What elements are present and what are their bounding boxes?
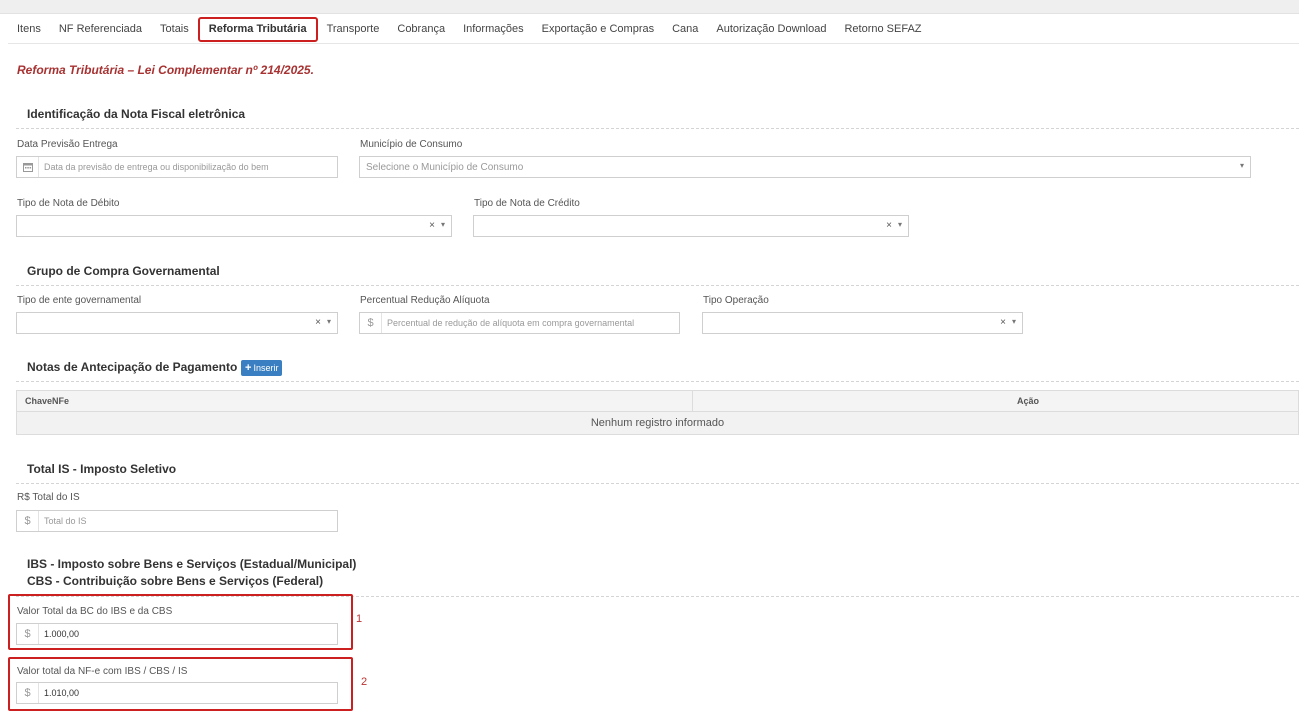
tab-cobranca[interactable]: Cobrança <box>388 17 454 42</box>
total-is-field: $ <box>16 510 338 532</box>
column-divider <box>692 391 693 412</box>
section-title-compra-gov: Grupo de Compra Governamental <box>27 264 220 278</box>
chevron-down-icon: ▾ <box>326 317 331 326</box>
section-title-total-is: Total IS - Imposto Seletivo <box>27 462 177 476</box>
section-divider <box>16 128 1299 129</box>
tipo-debito-select[interactable]: × ▾ <box>16 215 452 237</box>
tab-bar: Itens NF Referenciada Totais Reforma Tri… <box>8 17 931 42</box>
section-divider <box>16 483 1299 484</box>
section-title-identificacao: Identificação da Nota Fiscal eletrônica <box>27 107 246 121</box>
ente-select[interactable]: × ▾ <box>16 312 338 334</box>
tab-nf-referenciada[interactable]: NF Referenciada <box>50 17 151 42</box>
total-is-label: R$ Total do IS <box>17 492 80 503</box>
municipio-select[interactable]: Selecione o Município de Consumo ▾ <box>359 156 1251 178</box>
nfe-total-input[interactable] <box>39 683 337 703</box>
percentual-label: Percentual Redução Alíquota <box>360 295 490 306</box>
tab-autorizacao-download[interactable]: Autorização Download <box>707 17 835 42</box>
chevron-down-icon: ▾ <box>440 220 445 229</box>
tipo-credito-select[interactable]: × ▾ <box>473 215 909 237</box>
tipo-credito-label: Tipo de Nota de Crédito <box>474 198 580 209</box>
bc-ibs-cbs-label: Valor Total da BC do IBS e da CBS <box>17 606 173 617</box>
nfe-total-field: $ <box>16 682 338 704</box>
nfe-total-label: Valor total da NF-e com IBS / CBS / IS <box>17 666 188 677</box>
section-title-cbs: CBS - Contribuição sobre Bens e Serviços… <box>27 574 324 588</box>
clear-icon[interactable]: × <box>886 220 892 231</box>
dollar-icon: $ <box>17 511 39 531</box>
data-previsao-input[interactable] <box>39 157 337 177</box>
plus-icon: + <box>245 362 252 374</box>
clear-icon[interactable]: × <box>1000 317 1006 328</box>
insert-button-label: Inserir <box>253 363 279 373</box>
dollar-icon: $ <box>17 683 39 703</box>
marker-1: 1 <box>356 613 363 625</box>
municipio-label: Município de Consumo <box>360 139 463 150</box>
total-is-input[interactable] <box>39 511 337 531</box>
dollar-icon: $ <box>17 624 39 644</box>
tab-totais[interactable]: Totais <box>151 17 198 42</box>
calendar-icon[interactable] <box>17 157 39 177</box>
chevron-down-icon: ▾ <box>1011 317 1016 326</box>
bc-ibs-cbs-input[interactable] <box>39 624 337 644</box>
tab-informacoes[interactable]: Informações <box>454 17 533 42</box>
tab-reforma-tributaria[interactable]: Reforma Tributária <box>197 17 318 42</box>
page-subtitle: Reforma Tributária – Lei Complementar nº… <box>17 63 314 77</box>
table-empty-row: Nenhum registro informado <box>17 412 1298 434</box>
tipo-operacao-select[interactable]: × ▾ <box>702 312 1023 334</box>
bc-ibs-cbs-field: $ <box>16 623 338 645</box>
clear-icon[interactable]: × <box>429 220 435 231</box>
table-header: ChaveNFe Ação <box>17 391 1298 412</box>
chevron-down-icon: ▾ <box>1239 161 1244 170</box>
tab-transporte[interactable]: Transporte <box>318 17 389 42</box>
percentual-field: $ <box>359 312 680 334</box>
marker-2: 2 <box>361 676 368 688</box>
section-title-ibs: IBS - Imposto sobre Bens e Serviços (Est… <box>27 557 357 571</box>
insert-button[interactable]: + Inserir <box>241 360 283 376</box>
tabs-divider <box>8 43 1299 44</box>
tipo-debito-label: Tipo de Nota de Débito <box>17 198 120 209</box>
tab-retorno-sefaz[interactable]: Retorno SEFAZ <box>835 17 930 42</box>
tab-itens[interactable]: Itens <box>8 17 50 42</box>
column-header-acao[interactable]: Ação <box>1017 396 1039 406</box>
data-previsao-field <box>16 156 338 178</box>
percentual-input[interactable] <box>382 313 679 333</box>
top-bar <box>0 0 1299 14</box>
tab-exportacao-compras[interactable]: Exportação e Compras <box>533 17 664 42</box>
chevron-down-icon: ▾ <box>897 220 902 229</box>
ente-label: Tipo de ente governamental <box>17 295 142 306</box>
data-previsao-label: Data Previsão Entrega <box>17 139 118 150</box>
antecipacao-table: ChaveNFe Ação Nenhum registro informado <box>16 390 1299 435</box>
dollar-icon: $ <box>360 313 382 333</box>
column-header-chavenfe[interactable]: ChaveNFe <box>25 396 69 406</box>
clear-icon[interactable]: × <box>315 317 321 328</box>
section-divider <box>16 285 1299 286</box>
tab-cana[interactable]: Cana <box>663 17 707 42</box>
section-title-antecipacao: Notas de Antecipação de Pagamento <box>27 360 238 374</box>
section-divider <box>16 381 1299 382</box>
municipio-placeholder: Selecione o Município de Consumo <box>366 162 524 173</box>
tipo-operacao-label: Tipo Operação <box>703 295 769 306</box>
